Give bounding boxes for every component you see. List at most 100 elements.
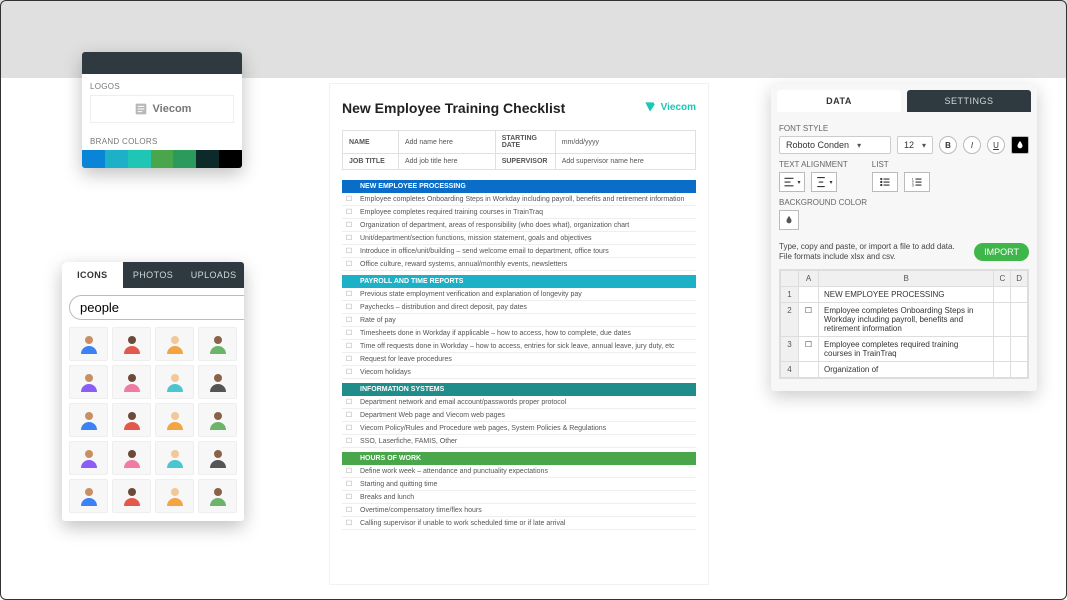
icon-person[interactable] xyxy=(198,441,237,475)
color-swatch[interactable] xyxy=(105,150,128,168)
checkbox-icon[interactable]: ☐ xyxy=(342,329,356,337)
align-horizontal-button[interactable] xyxy=(779,172,805,192)
icon-person[interactable] xyxy=(155,327,194,361)
document-canvas[interactable]: New Employee Training Checklist Viecom N… xyxy=(330,84,708,584)
icon-person[interactable] xyxy=(69,403,108,437)
supervisor-value[interactable]: Add supervisor name here xyxy=(555,154,695,170)
grid-cell[interactable]: NEW EMPLOYEE PROCESSING xyxy=(819,286,994,302)
icon-person[interactable] xyxy=(198,403,237,437)
italic-button[interactable]: I xyxy=(963,136,981,154)
grid-cell[interactable] xyxy=(994,302,1011,336)
grid-row[interactable]: 4Organization of xyxy=(781,361,1028,377)
checkbox-icon[interactable]: ☐ xyxy=(342,195,356,203)
grid-cell[interactable]: Employee completes required training cou… xyxy=(819,336,994,361)
logo-preview[interactable]: Viecom xyxy=(90,95,234,123)
bullet-list-button[interactable] xyxy=(872,172,898,192)
checklist-row[interactable]: ☐Rate of pay xyxy=(342,314,696,327)
grid-row[interactable]: 1NEW EMPLOYEE PROCESSING xyxy=(781,286,1028,302)
checkbox-icon[interactable]: ☐ xyxy=(342,467,356,475)
grid-cell[interactable] xyxy=(799,286,819,302)
checkbox-icon[interactable]: ☐ xyxy=(342,316,356,324)
tab-uploads[interactable]: UPLOADS xyxy=(183,262,244,288)
checklist-row[interactable]: ☐Introduce in office/unit/building – sen… xyxy=(342,245,696,258)
checkbox-icon[interactable]: ☐ xyxy=(342,411,356,419)
data-grid[interactable]: ABCD 1NEW EMPLOYEE PROCESSING2☐Employee … xyxy=(780,270,1028,378)
grid-cell[interactable]: Organization of xyxy=(819,361,994,377)
grid-cell[interactable] xyxy=(994,361,1011,377)
import-button[interactable]: IMPORT xyxy=(974,243,1029,261)
checkbox-icon[interactable]: ☐ xyxy=(342,368,356,376)
grid-cell[interactable]: ☐ xyxy=(799,336,819,361)
search-input[interactable] xyxy=(69,295,244,320)
checklist-row[interactable]: ☐Request for leave procedures xyxy=(342,353,696,366)
checkbox-icon[interactable]: ☐ xyxy=(342,424,356,432)
checklist-row[interactable]: ☐Employee completes required training co… xyxy=(342,206,696,219)
grid-column-header[interactable]: B xyxy=(819,270,994,286)
name-value[interactable]: Add name here xyxy=(399,131,496,154)
icon-person[interactable] xyxy=(69,479,108,513)
icon-person[interactable] xyxy=(69,327,108,361)
checkbox-icon[interactable]: ☐ xyxy=(342,519,356,527)
checkbox-icon[interactable]: ☐ xyxy=(342,342,356,350)
color-swatch[interactable] xyxy=(196,150,219,168)
checkbox-icon[interactable]: ☐ xyxy=(342,247,356,255)
grid-cell[interactable] xyxy=(1011,286,1028,302)
icon-person[interactable] xyxy=(69,365,108,399)
icon-person[interactable] xyxy=(112,403,151,437)
checkbox-icon[interactable]: ☐ xyxy=(342,355,356,363)
checkbox-icon[interactable]: ☐ xyxy=(342,437,356,445)
icon-person[interactable] xyxy=(112,441,151,475)
checklist-row[interactable]: ☐Department network and email account/pa… xyxy=(342,396,696,409)
checklist-row[interactable]: ☐Viecom Policy/Rules and Procedure web p… xyxy=(342,422,696,435)
grid-column-header[interactable]: C xyxy=(994,270,1011,286)
grid-row[interactable]: 2☐Employee completes Onboarding Steps in… xyxy=(781,302,1028,336)
checkbox-icon[interactable]: ☐ xyxy=(342,221,356,229)
grid-row[interactable]: 3☐Employee completes required training c… xyxy=(781,336,1028,361)
checklist-row[interactable]: ☐Starting and quitting time xyxy=(342,478,696,491)
checklist-row[interactable]: ☐Paychecks – distribution and direct dep… xyxy=(342,301,696,314)
checklist-row[interactable]: ☐Office culture, reward systems, annual/… xyxy=(342,258,696,271)
grid-cell[interactable] xyxy=(994,336,1011,361)
checklist-row[interactable]: ☐Organization of department, areas of re… xyxy=(342,219,696,232)
checklist-row[interactable]: ☐Viecom holidays xyxy=(342,366,696,379)
grid-cell[interactable] xyxy=(1011,302,1028,336)
numbered-list-button[interactable]: 123 xyxy=(904,172,930,192)
data-grid-scroll[interactable]: ABCD 1NEW EMPLOYEE PROCESSING2☐Employee … xyxy=(779,269,1029,379)
checkbox-icon[interactable]: ☐ xyxy=(342,303,356,311)
bold-button[interactable]: B xyxy=(939,136,957,154)
checklist-row[interactable]: ☐Department Web page and Viecom web page… xyxy=(342,409,696,422)
icon-person[interactable] xyxy=(112,479,151,513)
checklist-row[interactable]: ☐Define work week – attendance and punct… xyxy=(342,465,696,478)
grid-column-header[interactable]: D xyxy=(1011,270,1028,286)
grid-cell[interactable]: ☐ xyxy=(799,302,819,336)
checklist-row[interactable]: ☐Unit/department/section functions, miss… xyxy=(342,232,696,245)
icon-person[interactable] xyxy=(155,365,194,399)
checklist-row[interactable]: ☐SSO, Laserfiche, FAMIS, Other xyxy=(342,435,696,448)
checkbox-icon[interactable]: ☐ xyxy=(342,493,356,501)
icon-person[interactable] xyxy=(155,441,194,475)
startdate-value[interactable]: mm/dd/yyyy xyxy=(555,131,695,154)
icon-person[interactable] xyxy=(155,403,194,437)
tab-icons[interactable]: ICONS xyxy=(62,262,123,288)
icon-person[interactable] xyxy=(112,365,151,399)
bg-color-button[interactable] xyxy=(779,210,799,230)
text-color-button[interactable] xyxy=(1011,136,1029,154)
checkbox-icon[interactable]: ☐ xyxy=(342,260,356,268)
checkbox-icon[interactable]: ☐ xyxy=(342,398,356,406)
checkbox-icon[interactable]: ☐ xyxy=(342,506,356,514)
checklist-row[interactable]: ☐Breaks and lunch xyxy=(342,491,696,504)
icon-person[interactable] xyxy=(155,479,194,513)
checkbox-icon[interactable]: ☐ xyxy=(342,480,356,488)
checklist-row[interactable]: ☐Previous state employment verification … xyxy=(342,288,696,301)
tab-settings[interactable]: SETTINGS xyxy=(907,90,1031,112)
icon-person[interactable] xyxy=(198,365,237,399)
color-swatch[interactable] xyxy=(173,150,196,168)
icon-person[interactable] xyxy=(198,327,237,361)
checklist-row[interactable]: ☐Employee completes Onboarding Steps in … xyxy=(342,193,696,206)
checkbox-icon[interactable]: ☐ xyxy=(342,290,356,298)
grid-column-header[interactable]: A xyxy=(799,270,819,286)
icon-person[interactable] xyxy=(198,479,237,513)
checkbox-icon[interactable]: ☐ xyxy=(342,234,356,242)
grid-cell[interactable] xyxy=(1011,361,1028,377)
checklist-row[interactable]: ☐Calling supervisor if unable to work sc… xyxy=(342,517,696,530)
